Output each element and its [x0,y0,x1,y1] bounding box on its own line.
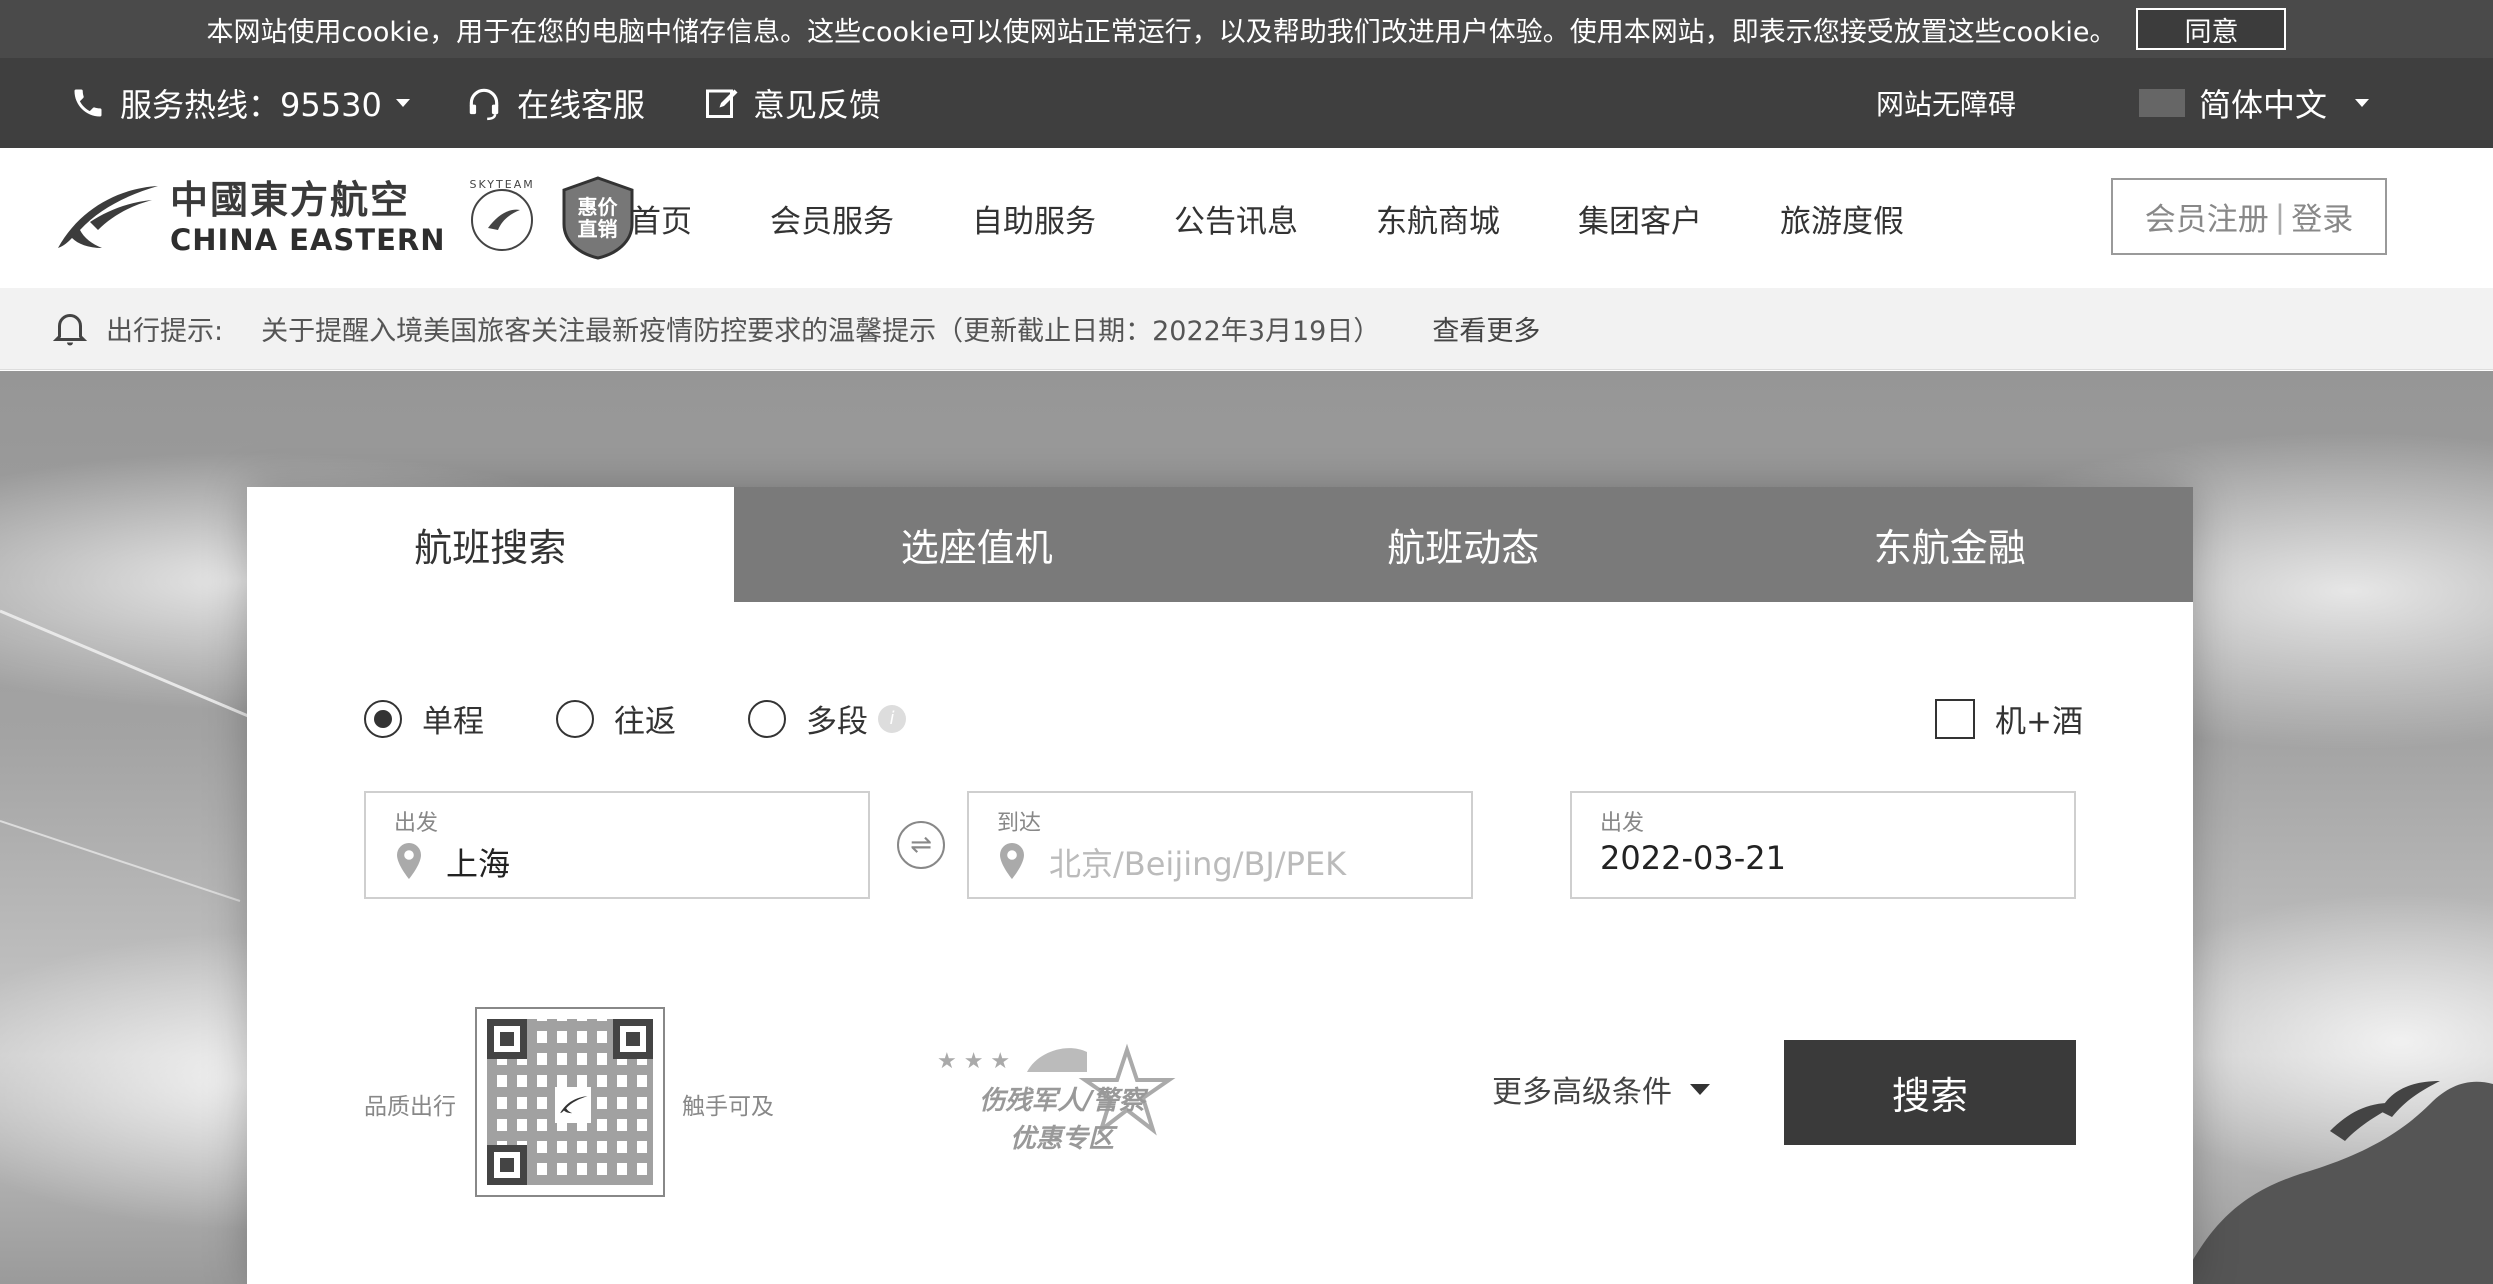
departure-label: 出发 [394,811,439,836]
trip-type-group: 单程 往返 多段 i [364,696,906,741]
more-conditions-toggle[interactable]: 更多高级条件 [1492,1067,1710,1111]
page: 本网站使用cookie，用于在您的电脑中储存信息。这些cookie可以使网站正常… [0,0,2493,1284]
notice-text[interactable]: 关于提醒入境美国旅客关注最新疫情防控要求的温馨提示（更新截止日期：2022年3月… [261,309,1380,348]
radio-round-trip[interactable] [556,699,594,738]
phone-icon [74,89,102,117]
logo-chinese-text: 中國東方航空 [170,177,411,223]
chevron-down-icon [2355,99,2370,107]
swallow-logo-icon [58,186,158,248]
utility-bar: 服务热线：95530 在线客服 意见反馈 网站无障碍 简体中文 [0,58,2493,148]
one-way-label: 单程 [422,704,484,740]
nav-item-member[interactable]: 会员服务 [770,196,894,241]
tab-flight-status[interactable]: 航班动态 [1220,487,1707,602]
arrival-label: 到达 [997,811,1042,836]
flight-hotel-checkbox[interactable] [1935,698,1975,739]
arrival-city-field[interactable]: 到达 北京/Beijing/BJ/PEK [967,791,1473,899]
cookie-agree-button[interactable]: 同意 [2136,8,2287,50]
chevron-down-icon [1690,1083,1710,1095]
cookie-banner: 本网站使用cookie，用于在您的电脑中储存信息。这些cookie可以使网站正常… [0,0,2493,58]
round-trip-label: 往返 [614,704,676,740]
main-nav: 首页 会员服务 自助服务 公告讯息 东航商城 集团客户 旅游度假 [630,148,1982,288]
skyteam-logo: SKYTEAM [462,178,542,258]
language-label: 简体中文 [2199,86,2328,124]
search-button[interactable]: 搜索 [1784,1040,2076,1145]
nav-item-holidays[interactable]: 旅游度假 [1780,196,1904,241]
nav-item-mall[interactable]: 东航商城 [1376,196,1500,241]
multi-city-label: 多段 [806,704,868,740]
online-service-label: 在线客服 [517,86,646,124]
hotline-label: 服务热线：95530 [120,86,382,124]
skyteam-text: SKYTEAM [469,178,535,191]
location-pin-icon [1000,843,1024,879]
flight-hotel-toggle[interactable]: 机+酒 [1935,696,2083,741]
tab-seat-checkin[interactable]: 选座值机 [734,487,1221,602]
direct-sale-badge: 惠价直销 [560,176,636,260]
nav-item-corporate[interactable]: 集团客户 [1578,196,1702,241]
veterans-police-promo[interactable]: ★ ★ ★ 伤残军人/警察 优惠专区 [937,1032,1187,1172]
chevron-down-icon [395,99,410,107]
accessibility-link[interactable]: 网站无障碍 [1876,58,2016,148]
departure-value: 上海 [446,845,511,883]
search-tabs: 航班搜索 选座值机 航班动态 东航金融 [247,487,2193,602]
promo-line2: 优惠专区 [1009,1124,1114,1154]
logo-english-text: CHINA EASTERN [170,223,446,258]
info-icon[interactable]: i [878,704,906,733]
app-qr-code [475,1007,665,1197]
palm-trees [2180,1081,2493,1284]
separator: | [2274,198,2286,235]
more-conditions-label: 更多高级条件 [1492,1075,1672,1110]
swallow-logo-icon [555,1087,591,1123]
arrival-placeholder: 北京/Beijing/BJ/PEK [1049,845,1347,883]
tab-flight-search[interactable]: 航班搜索 [247,487,734,602]
bell-icon [52,313,88,345]
badge-text: 惠价直销 [577,195,618,241]
notice-label: 出行提示: [106,316,224,347]
headset-icon [469,88,499,121]
departure-date-field[interactable]: 出发 2022-03-21 [1570,791,2076,899]
accessibility-label: 网站无障碍 [1876,88,2017,121]
promo-line1: 伤残军人/警察 [979,1086,1145,1116]
online-service-link[interactable]: 在线客服 [465,58,645,148]
flight-hotel-label: 机+酒 [1995,704,2083,740]
china-flag-icon [2139,89,2185,117]
main-header: 中國東方航空 CHINA EASTERN SKYTEAM 惠价直销 首页 会员服… [0,148,2493,288]
radio-multi-city[interactable] [748,699,786,738]
feedback-label: 意见反馈 [753,86,882,124]
login-link[interactable]: 登录 [2291,194,2353,239]
nav-item-self-service[interactable]: 自助服务 [972,196,1096,241]
nav-item-announcements[interactable]: 公告讯息 [1174,196,1298,241]
search-panel: 航班搜索 选座值机 航班动态 东航金融 单程 往返 多段 i 机+酒 出发 上海… [247,487,2193,1284]
hotline-dropdown[interactable]: 服务热线：95530 [70,58,410,148]
svg-text:★ ★ ★: ★ ★ ★ [937,1049,1010,1074]
feedback-link[interactable]: 意见反馈 [703,58,881,148]
tab-finance[interactable]: 东航金融 [1707,487,2194,602]
swap-cities-icon[interactable]: ⇌ [897,821,945,869]
cookie-text: 本网站使用cookie，用于在您的电脑中储存信息。这些cookie可以使网站正常… [206,16,2117,48]
qr-right-text: 触手可及 [682,1094,774,1120]
register-link[interactable]: 会员注册 [2145,194,2269,239]
departure-city-field[interactable]: 出发 上海 [364,791,870,899]
china-eastern-logo[interactable]: 中國東方航空 CHINA EASTERN SKYTEAM 惠价直销 [50,176,636,260]
language-selector[interactable]: 简体中文 [2139,58,2370,148]
date-value: 2022-03-21 [1600,839,1786,877]
edit-icon [706,89,738,118]
register-login-box: 会员注册 | 登录 [2111,178,2387,255]
travel-notice-bar: 出行提示: 关于提醒入境美国旅客关注最新疫情防控要求的温馨提示（更新截止日期：2… [0,288,2493,370]
notice-more-link[interactable]: 查看更多 [1432,309,1540,348]
radio-one-way[interactable] [364,699,402,738]
qr-left-text: 品质出行 [364,1094,456,1120]
date-label: 出发 [1600,811,1645,836]
nav-item-home[interactable]: 首页 [630,196,692,241]
location-pin-icon [397,843,421,879]
